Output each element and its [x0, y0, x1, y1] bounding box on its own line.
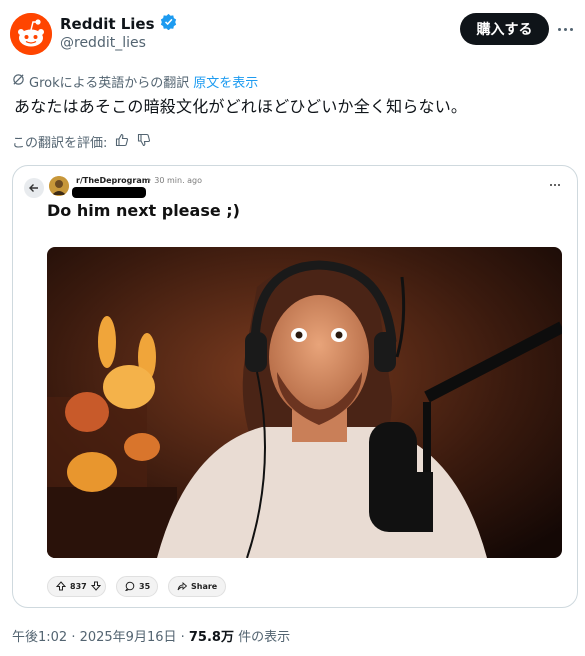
reddit-logo-icon — [10, 13, 52, 55]
show-original-link[interactable]: 原文を表示 — [193, 72, 258, 91]
account-avatar[interactable] — [10, 13, 52, 55]
tweet-meta: 午後1:02 · 2025年9月16日 · 75.8万 件の表示 — [12, 626, 290, 645]
verified-badge-icon — [160, 13, 177, 34]
account-name[interactable]: Reddit Lies — [60, 15, 155, 33]
account-handle[interactable]: @reddit_lies — [60, 35, 146, 51]
view-suffix: 件の表示 — [233, 630, 291, 645]
buy-button[interactable]: 購入する — [460, 13, 549, 45]
more-options-icon[interactable] — [554, 20, 576, 38]
upvote-icon[interactable] — [55, 580, 67, 593]
tweet-text: あなたはあそこの暗殺文化がどれほどひどいか全く知らない。 — [14, 97, 468, 116]
grok-icon — [12, 73, 25, 90]
rate-translation-label: この翻訳を評価: — [12, 136, 108, 151]
subreddit-avatar — [49, 176, 69, 196]
post-title: Do him next please ;) — [47, 201, 240, 220]
post-time: • 30 min. ago — [147, 176, 203, 185]
tweet-datetime[interactable]: 午後1:02 · 2025年9月16日 · — [12, 630, 189, 645]
comment-icon — [124, 581, 135, 593]
vote-pill[interactable]: 837 — [47, 576, 106, 597]
translation-notice: Grokによる英語からの翻訳 — [29, 76, 190, 91]
thumbs-down-icon[interactable] — [137, 133, 151, 151]
comment-count: 35 — [139, 582, 151, 591]
downvote-icon[interactable] — [90, 581, 101, 593]
subreddit-name[interactable]: r/TheDeprogram — [76, 176, 150, 185]
comments-pill[interactable]: 35 — [116, 576, 158, 597]
redaction-bar — [72, 187, 146, 198]
share-label: Share — [191, 582, 218, 591]
thumbs-up-icon[interactable] — [115, 133, 129, 151]
share-pill[interactable]: Share — [168, 576, 226, 597]
share-icon — [177, 581, 188, 593]
upvote-count: 837 — [70, 582, 87, 591]
post-more-icon[interactable] — [548, 182, 562, 188]
back-arrow-icon[interactable] — [24, 178, 44, 198]
view-count: 75.8万 — [188, 630, 234, 645]
post-photo[interactable] — [47, 247, 562, 558]
